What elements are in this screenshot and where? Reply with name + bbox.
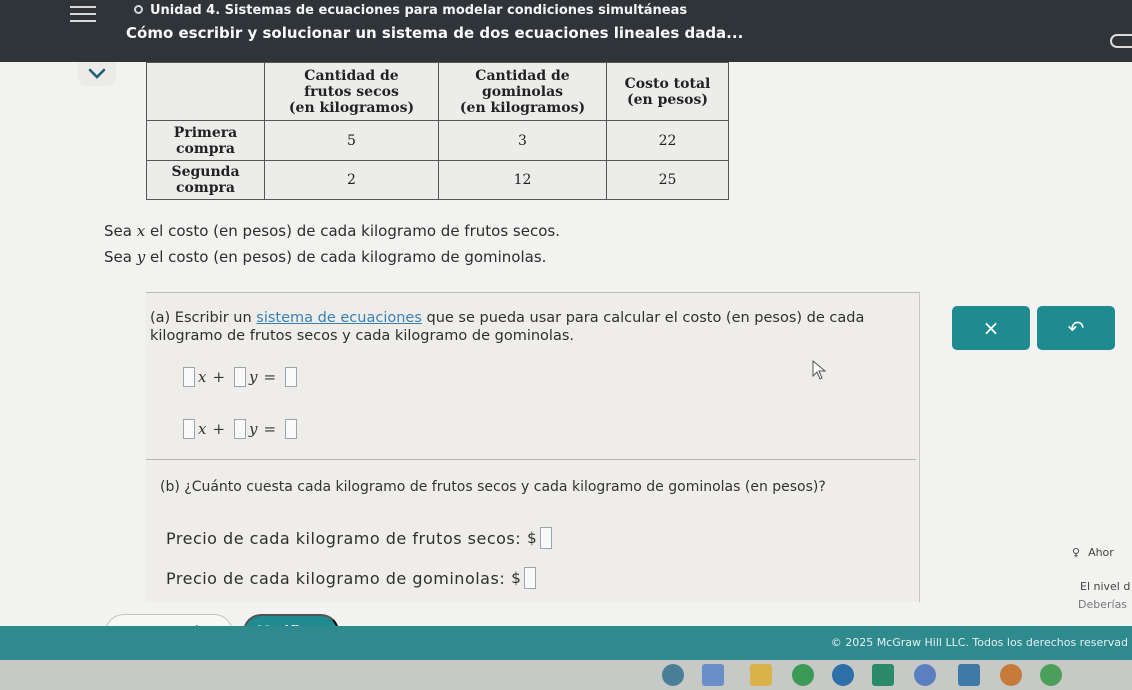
- taskbar: [0, 660, 1132, 690]
- toggle-icon[interactable]: [1110, 34, 1132, 48]
- question-area: Cantidad de frutos secos (en kilogramos)…: [0, 62, 1132, 662]
- app-icon[interactable]: [872, 664, 894, 686]
- lesson-title: Cómo escribir y solucionar un sistema de…: [126, 24, 744, 42]
- close-icon: ×: [982, 316, 1000, 340]
- app-icon[interactable]: [832, 664, 854, 686]
- answer-panel: (a) Escribir un sistema de ecuaciones qu…: [146, 292, 920, 602]
- app-icon[interactable]: [1000, 664, 1022, 686]
- chrome-icon[interactable]: [792, 664, 814, 686]
- definition-y: Sea y el costo (en pesos) de cada kilogr…: [104, 248, 547, 266]
- folder-icon[interactable]: [750, 664, 772, 686]
- purchase-table: Cantidad de frutos secos (en kilogramos)…: [146, 62, 729, 200]
- gummies-price-row: Precio de cada kilogramo de gominolas: $: [166, 567, 539, 589]
- progress-ring-icon: [134, 5, 143, 14]
- side-note-1: ♀ Ahor: [1072, 546, 1114, 559]
- table-cell: 25: [606, 160, 729, 200]
- nuts-price-row: Precio de cada kilogramo de frutos secos…: [166, 527, 555, 549]
- app-icon[interactable]: [1040, 664, 1062, 686]
- copyright: © 2025 McGraw Hill LLC. Todos los derech…: [830, 636, 1128, 649]
- col-header-nuts: Cantidad de frutos secos (en kilogramos): [264, 62, 439, 121]
- undo-button[interactable]: ↶: [1037, 306, 1115, 350]
- unit-title: Unidad 4. Sistemas de ecuaciones para mo…: [150, 3, 688, 18]
- chevron-down-icon: [88, 68, 106, 79]
- row-header: Segunda compra: [146, 160, 265, 200]
- app-icon[interactable]: [914, 664, 936, 686]
- eq2-constant-input[interactable]: [285, 419, 298, 439]
- app-icon[interactable]: [662, 664, 684, 686]
- app-icon[interactable]: [702, 664, 724, 686]
- equation-2: x + y =: [180, 419, 300, 439]
- table-row: Segunda compra 2 12 25: [146, 160, 729, 200]
- part-b-prompt: (b) ¿Cuánto cuesta cada kilogramo de fru…: [160, 479, 826, 495]
- clear-button[interactable]: ×: [952, 306, 1030, 350]
- table-row: Primera compra 5 3 22: [146, 120, 729, 161]
- equation-1: x + y =: [180, 367, 300, 387]
- table-cell: 2: [264, 160, 439, 200]
- nuts-price-input[interactable]: [540, 527, 553, 549]
- eq1-x-coef-input[interactable]: [183, 367, 195, 387]
- side-note-2: El nivel d: [1080, 580, 1131, 593]
- system-of-equations-link[interactable]: sistema de ecuaciones: [256, 310, 422, 326]
- row-header: Primera compra: [146, 120, 265, 161]
- menu-icon[interactable]: [70, 6, 96, 22]
- lightbulb-icon: ♀: [1072, 546, 1081, 559]
- definition-x: Sea x el costo (en pesos) de cada kilogr…: [104, 222, 560, 240]
- cursor-icon: [812, 360, 826, 380]
- table-cell: 3: [438, 120, 607, 161]
- eq2-y-coef-input[interactable]: [234, 419, 247, 439]
- part-a-prompt: (a) Escribir un sistema de ecuaciones qu…: [150, 310, 865, 344]
- app-icon[interactable]: [958, 664, 980, 686]
- col-header-gummies: Cantidad de gominolas (en kilogramos): [438, 62, 607, 121]
- table-cell: 22: [606, 120, 729, 161]
- undo-icon: ↶: [1067, 316, 1085, 340]
- col-header-total: Costo total (en pesos): [606, 62, 729, 121]
- table-cell: 12: [438, 160, 607, 200]
- gummies-price-input[interactable]: [524, 567, 537, 589]
- eq1-y-coef-input[interactable]: [234, 367, 247, 387]
- eq2-x-coef-input[interactable]: [183, 419, 195, 439]
- table-corner: [146, 62, 265, 121]
- top-bar: Unidad 4. Sistemas de ecuaciones para mo…: [0, 0, 1132, 62]
- eq1-constant-input[interactable]: [285, 367, 298, 387]
- collapse-button[interactable]: [78, 62, 116, 86]
- divider: [146, 459, 916, 460]
- table-cell: 5: [264, 120, 439, 161]
- side-note-3: Deberías: [1078, 598, 1128, 611]
- footer: © 2025 McGraw Hill LLC. Todos los derech…: [0, 626, 1132, 660]
